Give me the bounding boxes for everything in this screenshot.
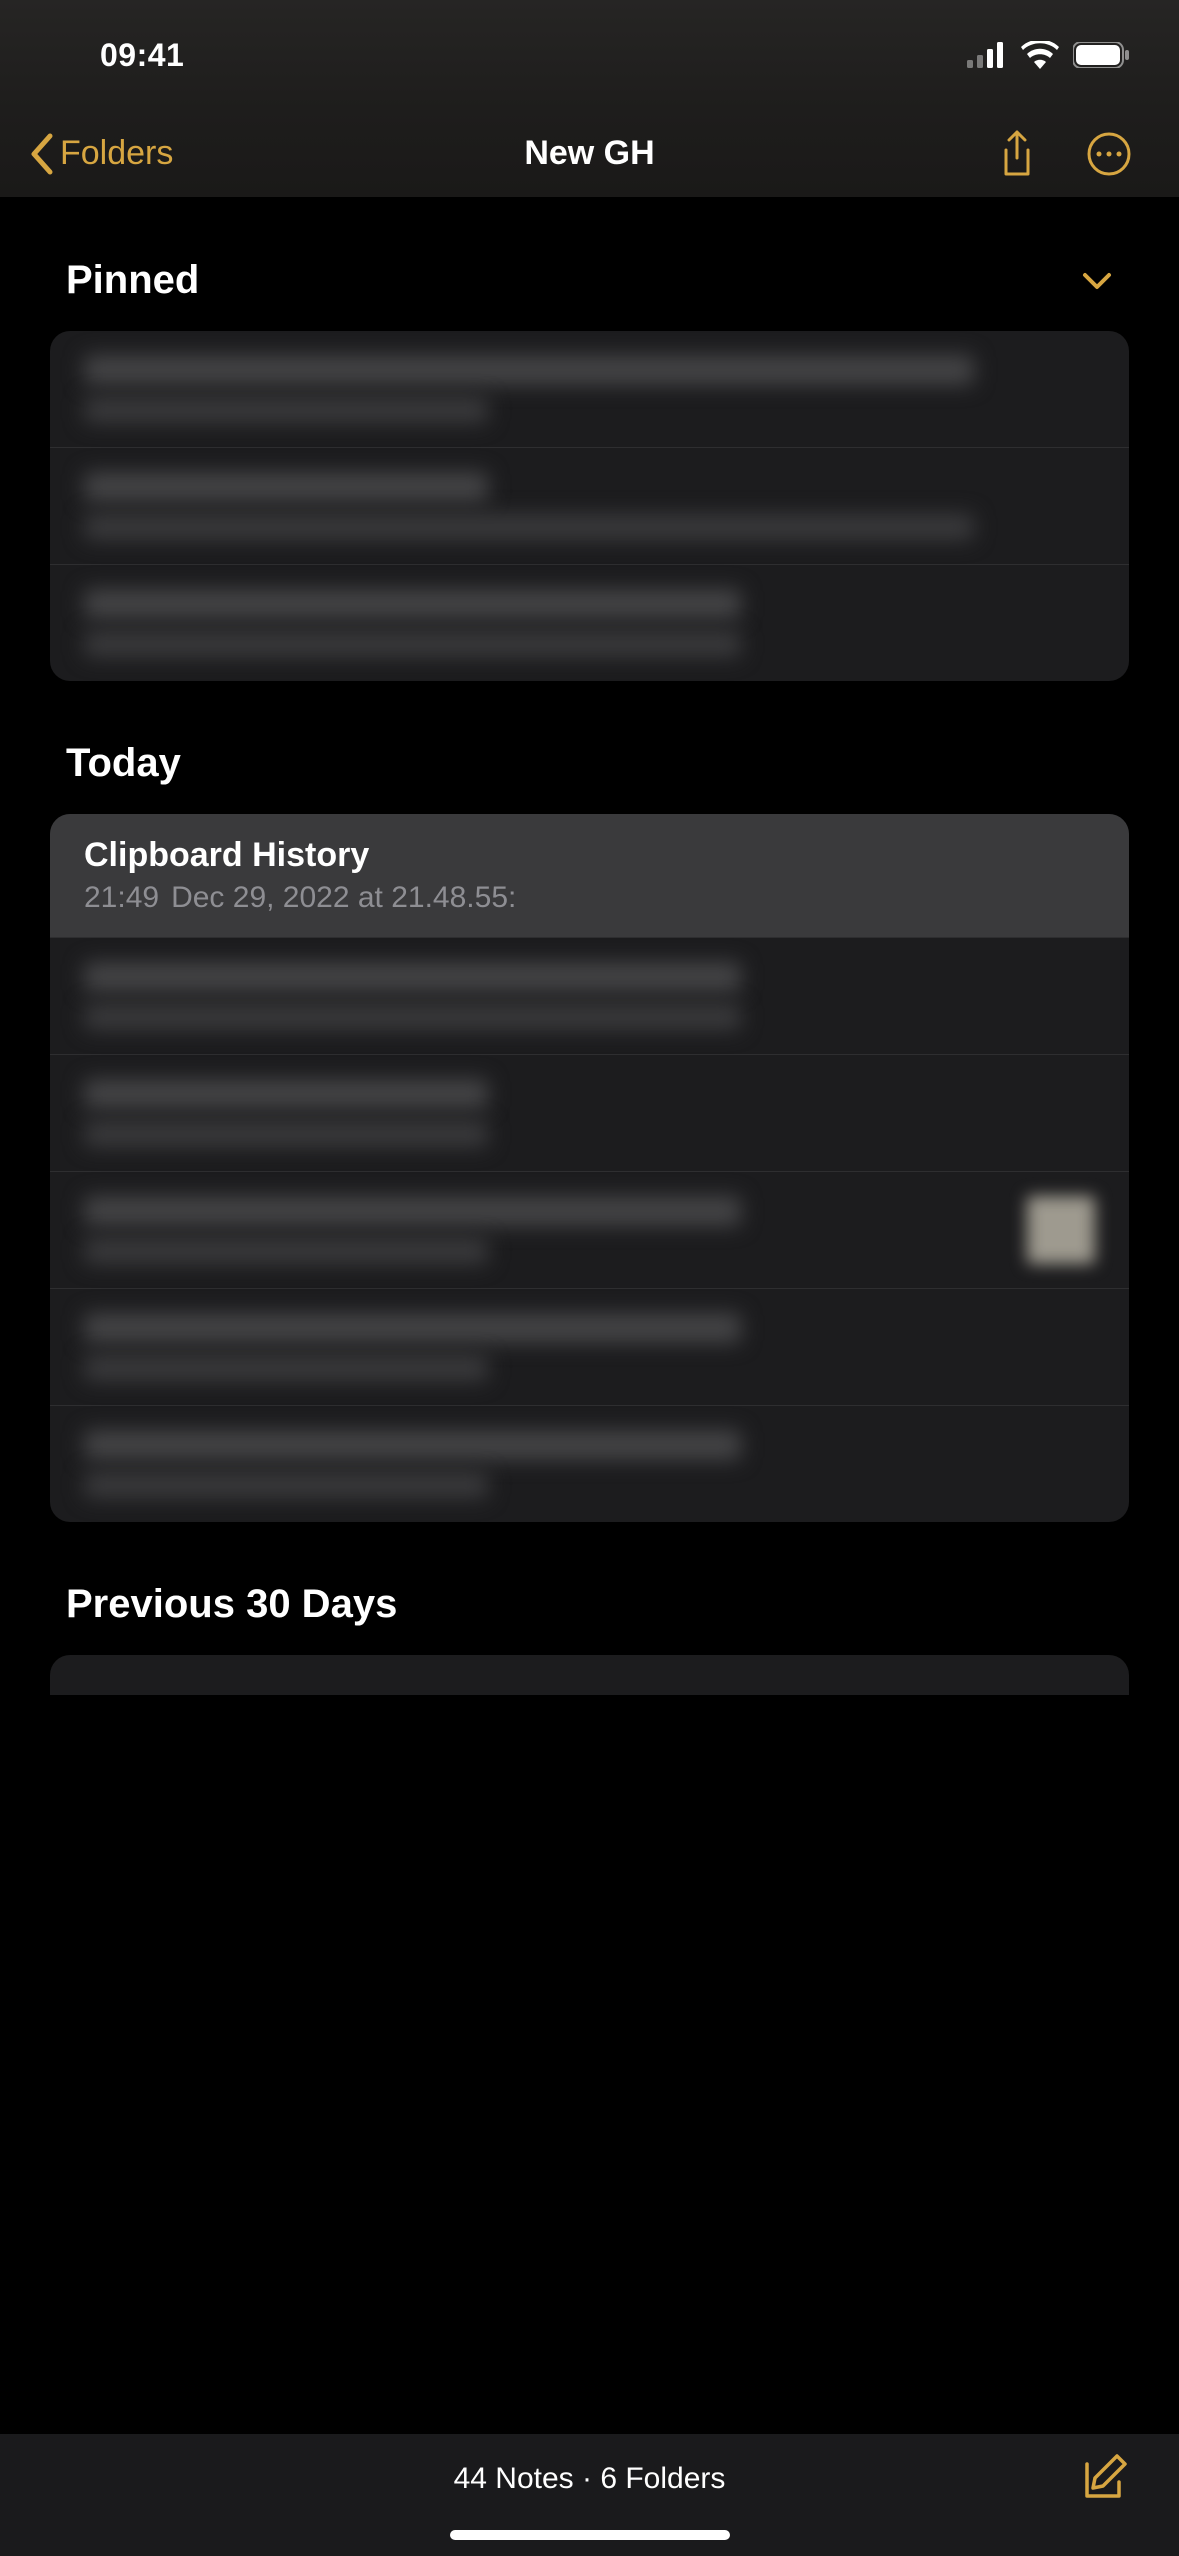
previous30-notes-group bbox=[50, 1655, 1129, 1695]
previous30-title: Previous 30 Days bbox=[66, 1582, 397, 1627]
bottom-toolbar: 44 Notes · 6 Folders bbox=[0, 2434, 1179, 2556]
note-row[interactable] bbox=[50, 1655, 1129, 1695]
back-label: Folders bbox=[60, 134, 173, 173]
note-subtitle: 21:49Dec 29, 2022 at 21.48.55: bbox=[84, 881, 1095, 915]
note-row-clipboard-history[interactable]: Clipboard History 21:49Dec 29, 2022 at 2… bbox=[50, 814, 1129, 938]
note-row[interactable] bbox=[50, 1406, 1129, 1522]
back-button[interactable]: Folders bbox=[28, 132, 173, 176]
note-row[interactable] bbox=[50, 938, 1129, 1055]
pinned-title: Pinned bbox=[66, 258, 199, 303]
share-button[interactable] bbox=[995, 132, 1039, 176]
note-row[interactable] bbox=[50, 331, 1129, 448]
note-row[interactable] bbox=[50, 448, 1129, 565]
compose-button[interactable] bbox=[1079, 2452, 1131, 2504]
home-indicator[interactable] bbox=[450, 2530, 730, 2540]
toolbar-summary: 44 Notes · 6 Folders bbox=[454, 2462, 726, 2496]
status-icons bbox=[967, 41, 1129, 69]
today-notes-group: Clipboard History 21:49Dec 29, 2022 at 2… bbox=[50, 814, 1129, 1522]
more-circle-icon bbox=[1087, 132, 1131, 176]
page-title: New GH bbox=[524, 134, 654, 173]
chevron-left-icon bbox=[28, 132, 56, 176]
status-bar: 09:41 bbox=[0, 0, 1179, 110]
nav-header: Folders New GH bbox=[0, 110, 1179, 198]
battery-icon bbox=[1073, 42, 1129, 68]
cellular-signal-icon bbox=[967, 42, 1007, 68]
status-time: 09:41 bbox=[100, 37, 184, 74]
note-row[interactable] bbox=[50, 1055, 1129, 1172]
previous30-section-header: Previous 30 Days bbox=[50, 1522, 1129, 1655]
nav-actions bbox=[995, 132, 1131, 176]
chevron-down-icon[interactable] bbox=[1081, 271, 1113, 291]
today-title: Today bbox=[66, 741, 181, 786]
note-row[interactable] bbox=[50, 1172, 1129, 1289]
pinned-notes-group bbox=[50, 331, 1129, 681]
share-icon bbox=[998, 130, 1036, 178]
content-scroll[interactable]: Pinned Today Clipboard History 21:49Dec … bbox=[0, 198, 1179, 2434]
note-row[interactable] bbox=[50, 1289, 1129, 1406]
pinned-section-header: Pinned bbox=[50, 198, 1129, 331]
note-row[interactable] bbox=[50, 565, 1129, 681]
today-section-header: Today bbox=[50, 681, 1129, 814]
wifi-icon bbox=[1021, 41, 1059, 69]
more-button[interactable] bbox=[1087, 132, 1131, 176]
note-title: Clipboard History bbox=[84, 836, 1095, 875]
compose-icon bbox=[1079, 2452, 1131, 2504]
